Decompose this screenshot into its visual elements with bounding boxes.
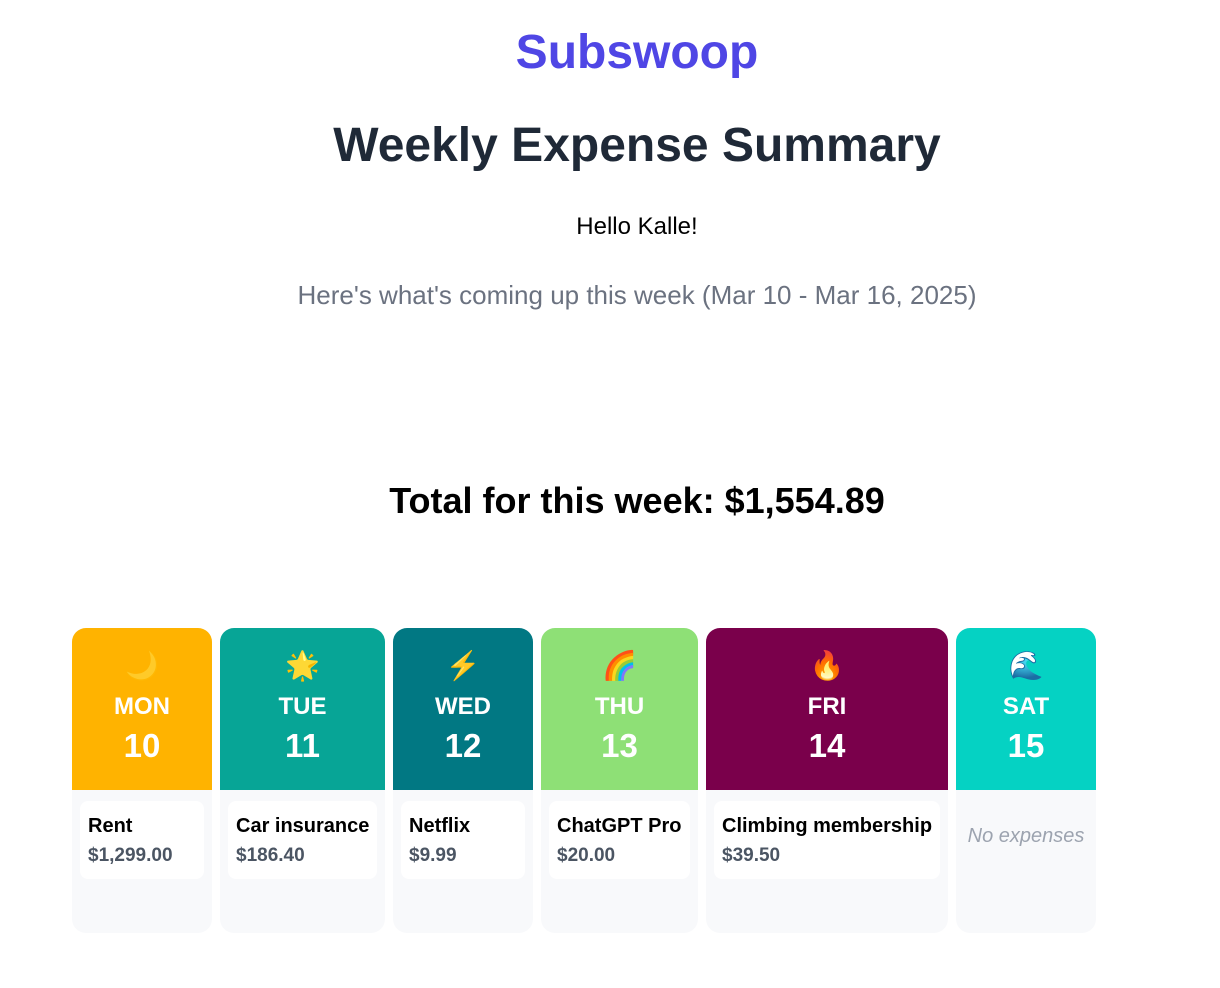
glowing-star-icon: 🌟	[285, 650, 320, 681]
crescent-moon-icon: 🌙	[124, 650, 160, 681]
day-expenses: ChatGPT Pro $20.00	[541, 790, 698, 933]
greeting: Hello Kalle!	[576, 213, 698, 240]
day-expenses: Car insurance $186.40	[220, 790, 385, 933]
day-name: THU	[594, 693, 645, 720]
day-header: 🌟 TUE 11	[220, 628, 385, 790]
expense-amount: $9.99	[409, 845, 457, 866]
no-expenses-text: No expenses	[967, 825, 1085, 847]
expense-amount: $20.00	[557, 845, 616, 866]
day-header: 🌊 SAT 15	[956, 628, 1096, 790]
day-name: TUE	[278, 693, 327, 720]
day-column-wed: ⚡ WED 12 Netflix $9.99	[393, 628, 533, 933]
brand-logo: Subswoop	[515, 26, 759, 79]
day-header: 🌈 THU 13	[541, 628, 698, 790]
day-number: 13	[601, 727, 638, 764]
day-number: 10	[123, 727, 161, 764]
expense-name: Rent	[88, 815, 133, 837]
day-expenses: No expenses	[956, 790, 1096, 933]
day-column-sat: 🌊 SAT 15 No expenses	[956, 628, 1096, 933]
page-title: Weekly Expense Summary	[333, 119, 941, 172]
day-column-tue: 🌟 TUE 11 Car insurance $186.40	[220, 628, 385, 933]
weekly-total: Total for this week: $1,554.89	[389, 480, 885, 521]
day-number: 15	[1007, 727, 1045, 764]
day-header: 🌙 MON 10	[72, 628, 212, 790]
day-expenses: Climbing membership $39.50	[706, 790, 948, 933]
fire-icon: 🔥	[809, 650, 845, 681]
day-number: 11	[285, 727, 320, 764]
expense-item[interactable]: Netflix $9.99	[401, 801, 525, 879]
week-range-subtitle: Here's what's coming up this week (Mar 1…	[297, 280, 977, 310]
day-column-mon: 🌙 MON 10 Rent $1,299.00	[72, 628, 212, 933]
lightning-icon: ⚡	[445, 650, 481, 681]
expense-name: Netflix	[409, 815, 471, 837]
day-number: 12	[444, 727, 482, 764]
expense-amount: $1,299.00	[88, 845, 173, 866]
expense-amount: $186.40	[236, 845, 305, 866]
day-name: WED	[435, 693, 491, 720]
wave-icon: 🌊	[1008, 650, 1044, 681]
rainbow-icon: 🌈	[602, 650, 637, 681]
expense-name: Climbing membership	[722, 815, 933, 837]
day-number: 14	[808, 727, 846, 764]
expense-item[interactable]: Climbing membership $39.50	[714, 801, 940, 879]
expense-item[interactable]: ChatGPT Pro $20.00	[549, 801, 690, 879]
day-column-fri: 🔥 FRI 14 Climbing membership $39.50	[706, 628, 948, 933]
day-header: ⚡ WED 12	[393, 628, 533, 790]
day-expenses: Rent $1,299.00	[72, 790, 212, 933]
day-name: SAT	[1002, 693, 1050, 720]
expense-item[interactable]: Car insurance $186.40	[228, 801, 377, 879]
week-calendar: 🌙 MON 10 Rent $1,299.00 🌟 TUE 11 Car insurance $1…	[72, 628, 1096, 933]
day-header: 🔥 FRI 14	[706, 628, 948, 790]
day-column-thu: 🌈 THU 13 ChatGPT Pro $20.00	[541, 628, 698, 933]
expense-name: ChatGPT Pro	[557, 815, 682, 837]
day-name: MON	[114, 693, 170, 720]
expense-item[interactable]: Rent $1,299.00	[80, 801, 204, 879]
expense-amount: $39.50	[722, 845, 781, 866]
day-expenses: Netflix $9.99	[393, 790, 533, 933]
day-name: FRI	[807, 693, 847, 720]
expense-name: Car insurance	[236, 815, 370, 837]
